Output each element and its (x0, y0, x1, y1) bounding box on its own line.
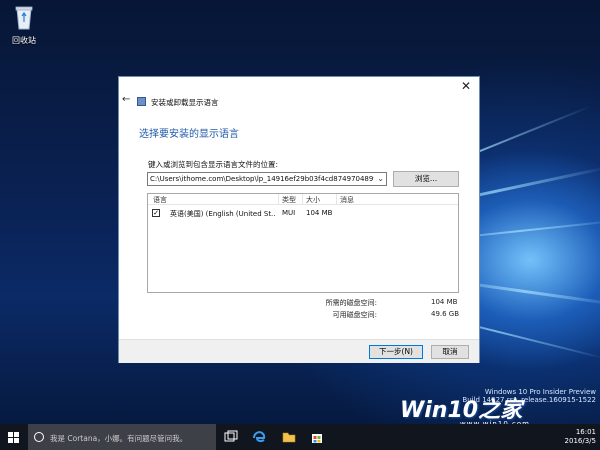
path-label: 键入或浏览到包含显示语言文件的位置: (148, 160, 279, 169)
size-cell: 104 MB (306, 209, 333, 217)
watermark-brand: Win (400, 398, 448, 423)
path-combobox[interactable]: C:\Users\ithome.com\Desktop\lp_14916ef29… (147, 172, 387, 186)
table-row[interactable]: ✓ 英语(美国) (English (United St... MUI 104 … (148, 207, 458, 220)
column-divider (336, 194, 337, 205)
task-view-icon[interactable] (224, 430, 238, 444)
language-table: 语言 类型 大小 消息 ✓ 英语(美国) (English (United St… (147, 193, 459, 293)
watermark-logo: Win10之家 www.win10.com (400, 392, 530, 428)
column-header-message[interactable]: 消息 (340, 195, 354, 205)
recycle-bin-icon (15, 6, 33, 30)
language-settings-icon (137, 97, 146, 106)
windows-logo-icon (8, 438, 13, 443)
column-header-size[interactable]: 大小 (306, 195, 320, 205)
clock-time: 16:01 (575, 428, 596, 436)
required-space-value: 104 MB (431, 298, 458, 306)
cancel-button[interactable]: 取消 (431, 345, 469, 359)
recycle-bin-label: 回收站 (12, 36, 36, 45)
available-space-label: 可用磁盘空间: (332, 311, 377, 319)
file-explorer-icon[interactable] (282, 430, 296, 444)
window-title: 安装或卸载显示语言 (151, 98, 219, 107)
windows-logo-icon (14, 432, 19, 437)
language-checkbox[interactable]: ✓ (152, 209, 160, 217)
column-divider (302, 194, 303, 205)
cortana-icon (34, 432, 44, 442)
taskbar: 我是 Cortana，小娜。有问题尽管问我。 16:01 2016/3/5 (0, 424, 600, 450)
back-arrow-icon[interactable]: ← (122, 95, 130, 105)
required-space-label: 所需的磁盘空间: (325, 299, 377, 307)
clock-date: 2016/3/5 (564, 437, 596, 445)
start-button[interactable] (0, 424, 28, 450)
cortana-placeholder: 我是 Cortana，小娜。有问题尽管问我。 (50, 434, 188, 443)
next-button[interactable]: 下一步(N) (369, 345, 423, 359)
available-space-value: 49.6 GB (431, 310, 460, 318)
column-divider (278, 194, 279, 205)
browse-button[interactable]: 浏览... (393, 171, 459, 187)
table-header: 语言 类型 大小 消息 (148, 194, 458, 205)
windows-logo-icon (8, 432, 13, 437)
title-bar: ✕ (119, 77, 479, 99)
edge-browser-icon[interactable] (252, 430, 266, 444)
install-language-dialog: ✕ ← 安装或卸载显示语言 选择要安装的显示语言 键入或浏览到包含显示语言文件的… (118, 76, 480, 363)
store-icon[interactable] (310, 430, 324, 444)
path-value: C:\Users\ithome.com\Desktop\lp_14916ef29… (150, 175, 374, 183)
language-cell: 英语(美国) (English (United St... (170, 210, 276, 218)
column-header-type[interactable]: 类型 (282, 195, 296, 205)
column-header-language[interactable]: 语言 (153, 195, 167, 205)
page-heading: 选择要安装的显示语言 (139, 129, 239, 140)
close-icon[interactable]: ✕ (459, 79, 473, 93)
recycle-bin[interactable]: 回收站 (4, 4, 44, 46)
chevron-down-icon[interactable]: ⌄ (377, 174, 384, 183)
windows-logo-icon (14, 438, 19, 443)
cortana-search-box[interactable]: 我是 Cortana，小娜。有问题尽管问我。 (28, 424, 216, 450)
dialog-footer: 下一步(N) 取消 (119, 339, 479, 363)
type-cell: MUI (282, 209, 296, 217)
system-clock[interactable]: 16:01 2016/3/5 (565, 428, 596, 446)
